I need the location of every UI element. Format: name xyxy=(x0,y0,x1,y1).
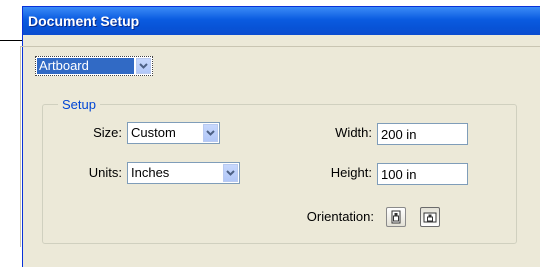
setup-group-label: Setup xyxy=(58,97,100,112)
width-field[interactable] xyxy=(377,123,468,145)
title-bar[interactable]: Document Setup xyxy=(23,7,540,35)
chevron-down-icon[interactable] xyxy=(203,124,218,142)
units-label: Units: xyxy=(88,165,122,180)
dialog-title: Document Setup xyxy=(28,13,140,29)
portrait-icon xyxy=(391,210,401,224)
units-select-value: Inches xyxy=(131,165,170,180)
width-input[interactable] xyxy=(378,124,467,144)
height-input[interactable] xyxy=(378,164,467,184)
orientation-label: Orientation: xyxy=(306,209,374,224)
size-select-value: Custom xyxy=(131,125,176,140)
landscape-icon xyxy=(423,212,437,223)
height-field[interactable] xyxy=(377,163,468,185)
size-label: Size: xyxy=(93,125,122,140)
landscape-orientation-button[interactable] xyxy=(420,207,440,227)
width-label: Width: xyxy=(335,125,372,140)
height-label: Height: xyxy=(330,165,372,180)
category-select-value: Artboard xyxy=(37,58,134,74)
category-select[interactable]: Artboard xyxy=(35,56,153,76)
size-select[interactable]: Custom xyxy=(127,122,220,144)
left-edge-line xyxy=(0,40,22,41)
chevron-down-icon[interactable] xyxy=(136,58,151,74)
chevron-down-icon[interactable] xyxy=(223,164,238,182)
portrait-orientation-button[interactable] xyxy=(386,207,406,227)
units-select[interactable]: Inches xyxy=(127,162,240,184)
